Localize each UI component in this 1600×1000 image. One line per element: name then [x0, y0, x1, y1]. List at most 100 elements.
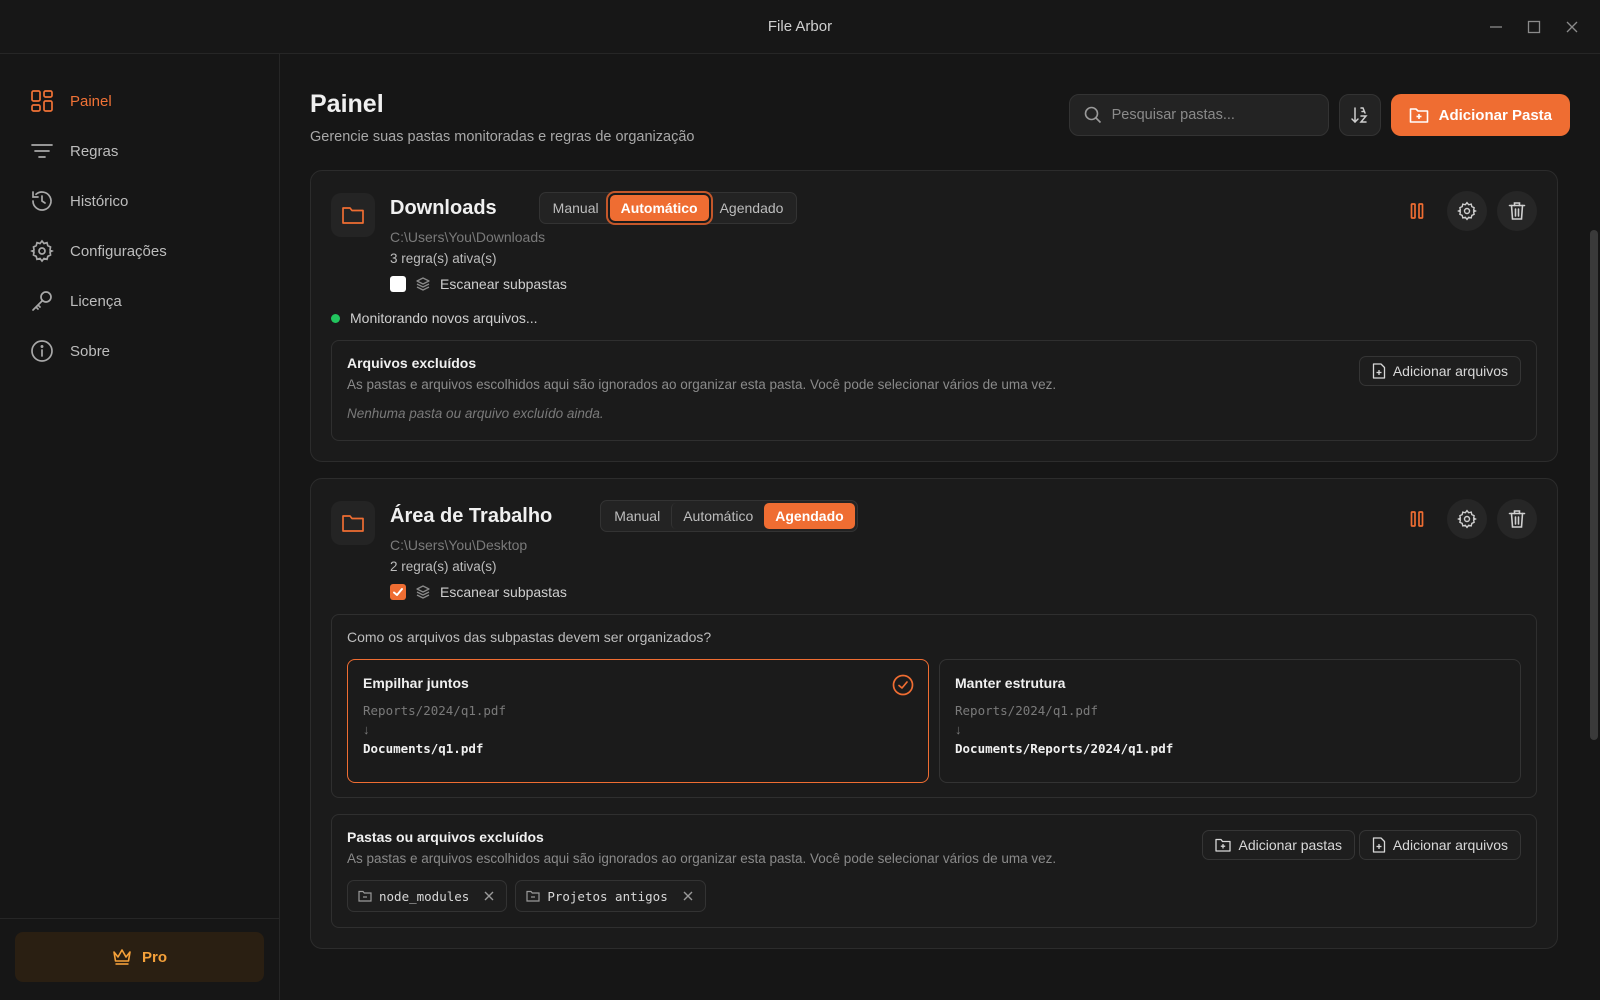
pause-icon	[1410, 511, 1424, 527]
option-title: Manter estrutura	[955, 675, 1066, 691]
window-controls	[1488, 0, 1580, 54]
arrow-down-icon: ↓	[363, 722, 370, 737]
add-folder-button[interactable]: Adicionar Pasta	[1390, 94, 1570, 136]
layers-icon	[416, 585, 430, 599]
sidebar-item-label: Painel	[70, 92, 112, 110]
page-title: Painel	[310, 90, 384, 118]
excluded-desc: As pastas e arquivos escolhidos aqui são…	[347, 377, 1057, 392]
key-icon	[32, 291, 52, 311]
mode-manual[interactable]: Manual	[542, 195, 610, 221]
check-icon	[393, 588, 403, 596]
status-text: Monitorando novos arquivos...	[350, 310, 538, 326]
trash-icon	[1508, 510, 1526, 528]
sidebar-item-historico[interactable]: Histórico	[0, 176, 279, 226]
sidebar-item-configuracoes[interactable]: Configurações	[0, 226, 279, 276]
pro-button[interactable]: Pro	[15, 932, 264, 982]
chip-label: node_modules	[379, 888, 470, 904]
delete-folder-button[interactable]	[1497, 191, 1537, 231]
folder-icon	[331, 193, 375, 237]
add-files-label: Adicionar arquivos	[1392, 837, 1508, 853]
folder-icon	[526, 890, 540, 902]
trash-icon	[1508, 202, 1526, 220]
dashboard-icon	[31, 90, 53, 112]
excluded-chip: Projetos antigos	[515, 880, 706, 912]
main-content: Painel Gerencie suas pastas monitoradas …	[280, 54, 1600, 1000]
excluded-files-section: Arquivos excluídos As pastas e arquivos …	[331, 340, 1537, 441]
scrollbar[interactable]	[1590, 230, 1598, 740]
search-box	[1068, 94, 1329, 136]
excluded-empty: Nenhuma pasta ou arquivo excluído ainda.	[347, 406, 604, 421]
mode-agendado[interactable]: Agendado	[764, 503, 855, 529]
remove-icon[interactable]	[681, 889, 695, 903]
rules-count: 3 regra(s) ativa(s)	[390, 251, 497, 266]
excluded-chip: node_modules	[347, 880, 508, 912]
folder-plus-icon	[1409, 108, 1428, 123]
mode-selector: Manual Automático Agendado	[538, 192, 798, 224]
sidebar: Painel Regras Histórico Configurações Li…	[0, 54, 280, 1000]
sidebar-item-regras[interactable]: Regras	[0, 126, 279, 176]
folder-name: Downloads	[390, 196, 497, 219]
maximize-icon[interactable]	[1526, 19, 1542, 35]
gear-icon	[30, 239, 54, 263]
file-plus-icon	[1372, 363, 1385, 379]
status-dot	[331, 313, 340, 323]
sort-az-icon	[1350, 107, 1368, 124]
option-title: Empilhar juntos	[363, 675, 469, 691]
delete-folder-button[interactable]	[1497, 499, 1537, 539]
folder-path: C:\Users\You\Desktop	[390, 537, 528, 553]
folder-settings-button[interactable]	[1447, 191, 1487, 231]
mode-automatico[interactable]: Automático	[609, 195, 709, 221]
add-files-label: Adicionar arquivos	[1392, 363, 1508, 379]
excluded-items-section: Pastas ou arquivos excluídos As pastas e…	[331, 814, 1537, 928]
file-plus-icon	[1372, 837, 1385, 853]
folder-card-desktop: Área de Trabalho Manual Automático Agend…	[310, 478, 1558, 949]
add-folders-label: Adicionar pastas	[1238, 837, 1342, 853]
scan-subfolders-label: Escanear subpastas	[440, 276, 567, 292]
scan-subfolders-label: Escanear subpastas	[440, 584, 567, 600]
option-keep-structure[interactable]: Manter estrutura Reports/2024/q1.pdf ↓ D…	[939, 659, 1521, 783]
folder-name: Área de Trabalho	[390, 504, 553, 527]
check-circle-icon	[892, 674, 914, 701]
add-folder-label: Adicionar Pasta	[1438, 106, 1552, 124]
layers-icon	[416, 277, 430, 291]
option-stack-together[interactable]: Empilhar juntos Reports/2024/q1.pdf ↓ Do…	[347, 659, 929, 783]
gear-icon	[1457, 201, 1477, 221]
option-to-path: Documents/q1.pdf	[363, 741, 484, 756]
folder-card-downloads: Downloads Manual Automático Agendado C:\…	[310, 170, 1558, 462]
remove-icon[interactable]	[482, 889, 496, 903]
close-icon[interactable]	[1564, 19, 1580, 35]
folder-path: C:\Users\You\Downloads	[390, 229, 546, 245]
arrow-down-icon: ↓	[955, 722, 962, 737]
page-header: Painel Gerencie suas pastas monitoradas …	[310, 54, 1570, 172]
scan-subfolders-checkbox[interactable]	[390, 584, 406, 600]
window-title: File Arbor	[767, 18, 833, 35]
mode-manual[interactable]: Manual	[603, 503, 671, 529]
filter-icon	[31, 144, 53, 158]
search-input[interactable]	[1111, 107, 1312, 123]
sidebar-item-painel[interactable]: Painel	[0, 76, 279, 126]
folder-icon	[331, 501, 375, 545]
sidebar-item-licenca[interactable]: Licença	[0, 276, 279, 326]
mode-automatico[interactable]: Automático	[671, 503, 764, 529]
add-files-button[interactable]: Adicionar arquivos	[1358, 830, 1521, 860]
add-files-button[interactable]: Adicionar arquivos	[1358, 356, 1521, 386]
option-from-path: Reports/2024/q1.pdf	[363, 703, 506, 718]
chip-label: Projetos antigos	[547, 888, 668, 904]
folder-plus-icon	[1215, 838, 1232, 852]
sidebar-item-label: Licença	[70, 292, 122, 310]
sort-button[interactable]	[1338, 94, 1381, 136]
add-folders-button[interactable]: Adicionar pastas	[1202, 830, 1355, 860]
pause-button[interactable]	[1397, 191, 1437, 231]
folder-settings-button[interactable]	[1447, 499, 1487, 539]
page-subtitle: Gerencie suas pastas monitoradas e regra…	[310, 129, 695, 145]
pause-button[interactable]	[1397, 499, 1437, 539]
pro-section: Pro	[0, 918, 279, 1000]
option-to-path: Documents/Reports/2024/q1.pdf	[955, 741, 1174, 756]
title-bar: File Arbor	[0, 0, 1600, 54]
minimize-icon[interactable]	[1488, 19, 1504, 35]
scan-subfolders-checkbox[interactable]	[390, 276, 406, 292]
sidebar-item-sobre[interactable]: Sobre	[0, 326, 279, 376]
subfolder-mode-section: Como os arquivos das subpastas devem ser…	[331, 614, 1537, 798]
history-icon	[32, 191, 52, 211]
mode-agendado[interactable]: Agendado	[709, 195, 795, 221]
